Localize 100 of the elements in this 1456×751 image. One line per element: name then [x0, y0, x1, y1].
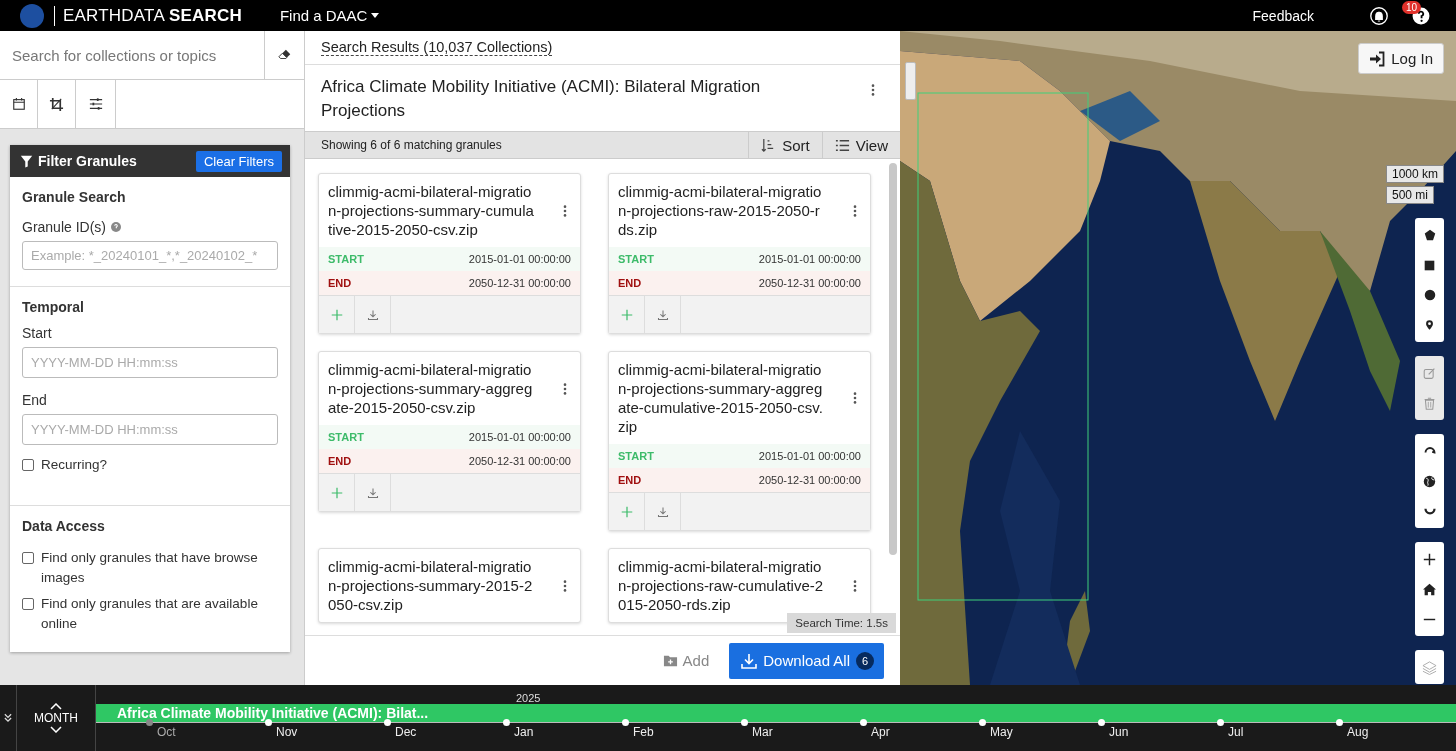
- month-label: Jul: [1228, 725, 1244, 739]
- checkbox[interactable]: [22, 459, 34, 471]
- end-date: 2050-12-31 00:00:00: [468, 277, 571, 289]
- resize-handle[interactable]: [905, 62, 916, 100]
- collapse-icon[interactable]: [3, 713, 13, 723]
- pin-icon: [1424, 319, 1435, 331]
- download-all-button[interactable]: Download All 6: [729, 642, 884, 679]
- count-badge: 6: [856, 651, 874, 670]
- granule-name: climmig-acmi-bilateral-migration-projections-summary-aggregate-cumulative-2015-2050-csv.zip: [618, 360, 824, 436]
- field-label: Granule ID(s): [22, 219, 107, 235]
- timeline-tick-icon: [384, 719, 391, 726]
- login-icon: [1369, 50, 1386, 67]
- month-label: Oct: [157, 725, 176, 739]
- circle-icon: [1423, 289, 1436, 301]
- start-date: 2015-01-01 00:00:00: [468, 431, 571, 443]
- end-date: 2050-12-31 00:00:00: [468, 455, 571, 467]
- download-icon: [366, 486, 379, 499]
- checkbox-label: Recurring?: [41, 456, 108, 474]
- list-icon: [834, 137, 850, 153]
- search-field[interactable]: Search for collections or topics: [0, 31, 264, 80]
- start-date: 2015-01-01 00:00:00: [468, 253, 571, 265]
- end-label: END: [618, 474, 642, 486]
- help-icon: [111, 222, 122, 232]
- timeline-tick-icon: [860, 719, 867, 726]
- granule-name: climmig-acmi-bilateral-migration-projections-raw-2015-2050-rds.zip: [618, 182, 823, 239]
- bell-icon[interactable]: [1370, 6, 1388, 25]
- sliders-icon: [88, 97, 103, 111]
- app-title: EARTHDATA SEARCH: [63, 5, 242, 26]
- crop-icon: [49, 96, 64, 112]
- start-label: START: [328, 431, 364, 443]
- granule-id-field[interactable]: Example: *_20240101_*,*_20240102_*: [22, 241, 278, 270]
- plus-icon: [329, 307, 344, 322]
- section-heading: Data Access: [22, 518, 106, 534]
- month-label: Aug: [1347, 725, 1369, 739]
- calendar-icon: [11, 97, 26, 111]
- caret-icon: [371, 13, 380, 18]
- clear-search-button[interactable]: [264, 31, 304, 80]
- start-date-field[interactable]: YYYY-MM-DD HH:mm:ss: [22, 347, 278, 378]
- home-icon: [1423, 582, 1436, 596]
- granule-card[interactable]: climmig-acmi-bilateral-migration-projections-summary-aggregate-2015-2050-csv.zip START 2015-01-01 00:00:00 END 2050-12-31 00:00:00: [318, 351, 581, 512]
- login-button[interactable]: Log In: [1358, 43, 1444, 74]
- timeline-tick-icon: [265, 719, 272, 726]
- month-label: Apr: [871, 725, 890, 739]
- plus-icon: [1423, 552, 1436, 566]
- timeline-tick-icon: [503, 719, 510, 726]
- download-icon: [656, 505, 669, 518]
- section-heading: Granule Search: [22, 189, 127, 205]
- trash-icon: [1423, 396, 1436, 410]
- feedback-link[interactable]: Feedback: [1252, 7, 1314, 24]
- plus-icon: [619, 504, 634, 519]
- year-label: 2025: [516, 692, 541, 704]
- chevron-down-icon: [50, 726, 62, 733]
- timeline-tick-icon: [741, 719, 748, 726]
- start-label: START: [618, 253, 654, 265]
- month-label: Jun: [1109, 725, 1129, 739]
- plus-icon: [329, 485, 344, 500]
- month-label: May: [990, 725, 1013, 739]
- filter-icon: [20, 154, 33, 168]
- timeline-tick-icon: [1098, 719, 1105, 726]
- notification-badge: 10: [1402, 0, 1422, 14]
- month-label: Feb: [633, 725, 654, 739]
- checkbox-label: Find only granules that are available online: [41, 595, 259, 633]
- search-time: Search Time: 1.5s: [787, 613, 896, 633]
- granule-card[interactable]: climmig-acmi-bilateral-migration-projections-summary-aggregate-cumulative-2015-2050-csv.zip START 2015-01-01 00:00:00 END 2050-12-31 00:00:00: [608, 351, 871, 531]
- checkbox[interactable]: [22, 598, 34, 610]
- month-label: Mar: [752, 725, 773, 739]
- granule-name: climmig-acmi-bilateral-migration-projections-summary-aggregate-2015-2050-csv.zip: [328, 360, 534, 417]
- month-label: Nov: [276, 725, 298, 739]
- granule-name: climmig-acmi-bilateral-migration-projections-summary-2015-2050-csv.zip: [328, 557, 534, 614]
- clear-filters-button[interactable]: Clear Filters: [195, 150, 282, 172]
- edit-icon: [1423, 366, 1436, 380]
- section-heading: Temporal: [22, 299, 85, 315]
- daac-menu[interactable]: Find a DAAC: [279, 7, 380, 24]
- granule-card[interactable]: climmig-acmi-bilateral-migration-projections-summary-cumulative-2015-2050-csv.zip START 2015-01-01 00:00:00 END 2050-12-31 00:00:00: [318, 173, 581, 334]
- checkbox[interactable]: [22, 552, 34, 564]
- end-label: END: [328, 277, 352, 289]
- download-icon: [656, 308, 669, 321]
- start-date: 2015-01-01 00:00:00: [758, 450, 861, 462]
- timeline-tick-icon: [979, 719, 986, 726]
- square-icon: [1424, 259, 1435, 271]
- timeline-tick-icon: [1217, 719, 1224, 726]
- add-button[interactable]: Add: [656, 651, 716, 670]
- end-date-field[interactable]: YYYY-MM-DD HH:mm:ss: [22, 414, 278, 445]
- field-label: End: [22, 392, 47, 408]
- granule-card[interactable]: climmig-acmi-bilateral-migration-projections-summary-2015-2050-csv.zip: [318, 548, 581, 623]
- checkbox-label: Find only granules that have browse images: [41, 549, 259, 587]
- timeline-tick-icon: [622, 719, 629, 726]
- pentagon-icon: [1423, 229, 1436, 241]
- granule-card[interactable]: climmig-acmi-bilateral-migration-projections-raw-2015-2050-rds.zip START 2015-01-01 00:00:00 END 2050-12-31 00:00:00: [608, 173, 871, 334]
- eraser-icon: [277, 48, 292, 62]
- start-label: START: [618, 450, 654, 462]
- granule-name: climmig-acmi-bilateral-migration-projections-raw-cumulative-2015-2050-rds.zip: [618, 557, 825, 614]
- end-label: END: [328, 455, 352, 467]
- month-label: Jan: [514, 725, 534, 739]
- download-icon: [366, 308, 379, 321]
- scale-label: 1000 km: [1385, 165, 1444, 183]
- search-results-link[interactable]: Search Results (10,037 Collections): [321, 39, 553, 56]
- folder-plus-icon: [662, 653, 678, 668]
- panel-title: Filter Granules: [38, 153, 137, 169]
- scrollbar[interactable]: [889, 163, 897, 555]
